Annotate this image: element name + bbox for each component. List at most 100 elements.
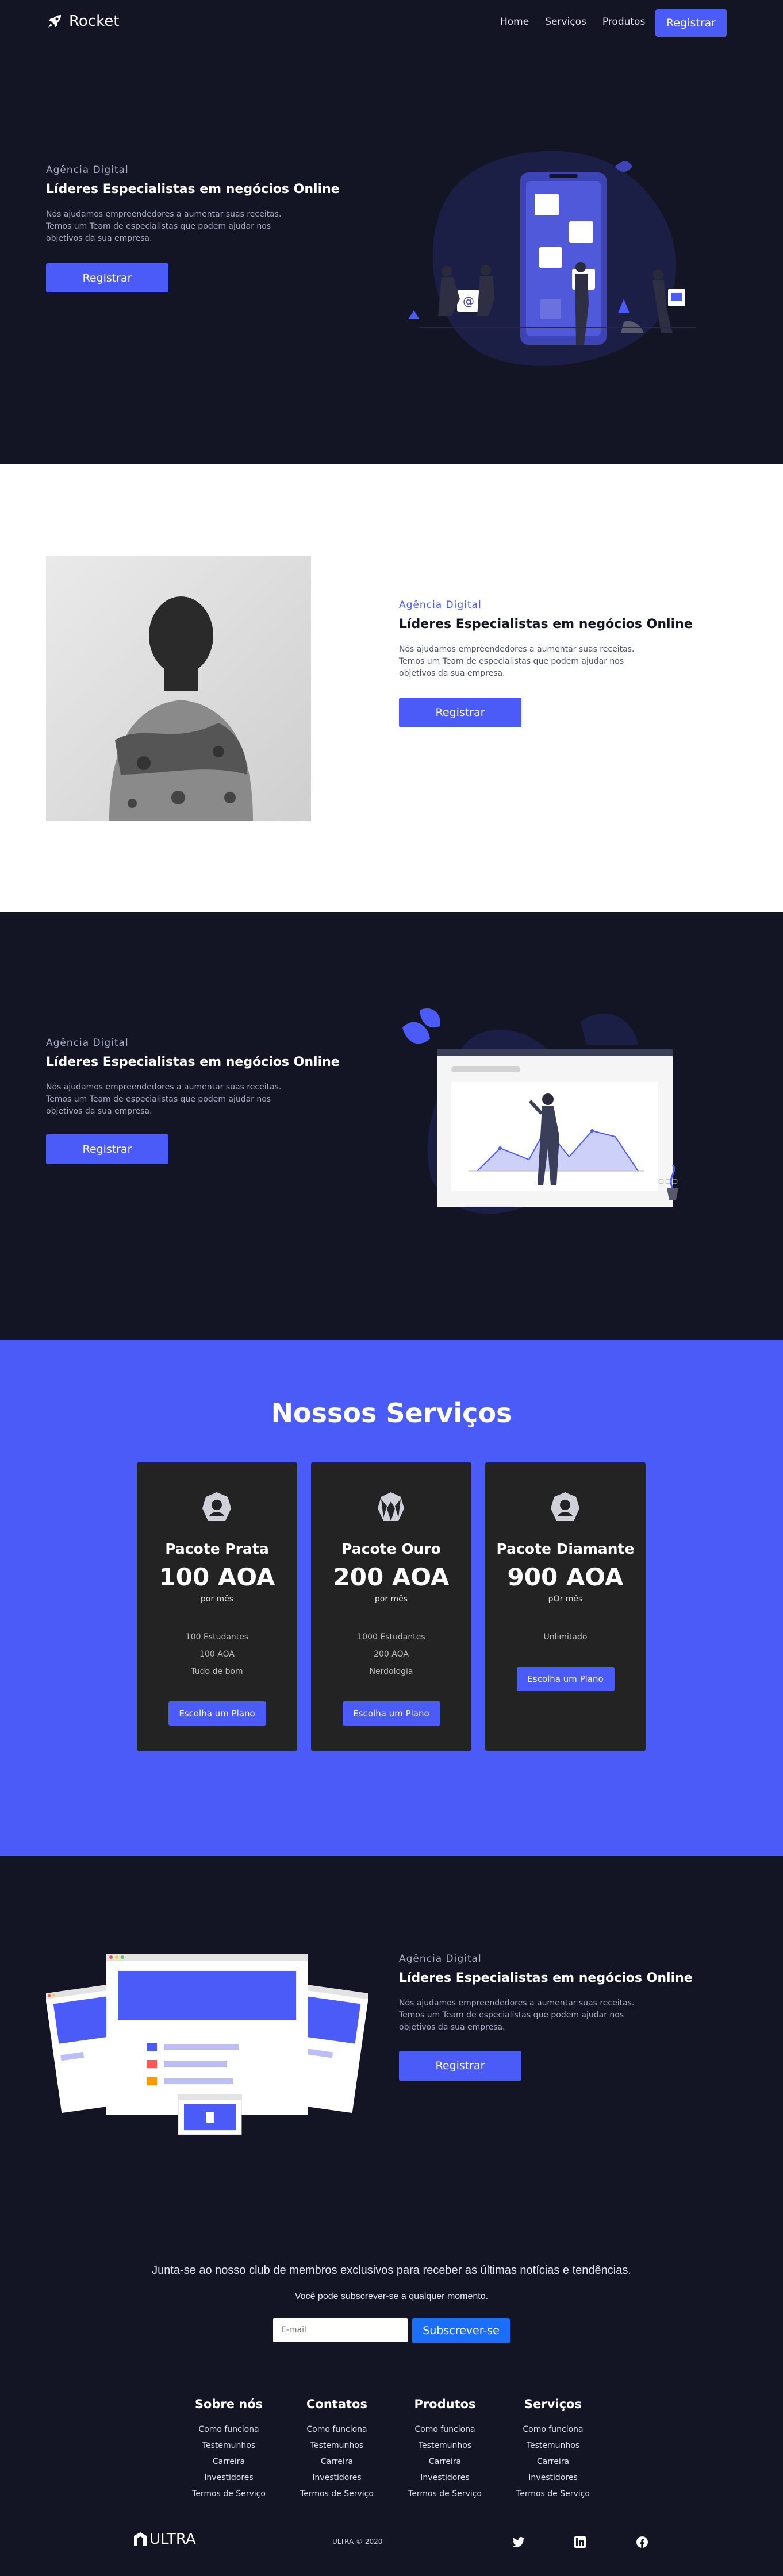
footer-link[interactable]: Termos de Serviço — [399, 2486, 491, 2502]
web-pages-illustration — [46, 1954, 368, 2135]
footer-link[interactable]: Testemunhos — [507, 2438, 599, 2454]
plan-feature: 100 Estudantes — [185, 1632, 249, 1642]
footer-link[interactable]: Investidores — [291, 2470, 383, 2486]
mobile-marketing-illustration: @ — [408, 151, 696, 366]
footer: Sobre nós Como funciona Testemunhos Carr… — [0, 2390, 783, 2563]
newsletter-section: Junta-se ao nosso club de membros exclus… — [0, 2258, 783, 2344]
svg-text:@: @ — [463, 294, 474, 308]
hero-register-button[interactable]: Registrar — [46, 263, 168, 292]
analytics-register-button[interactable]: Registrar — [46, 1134, 168, 1164]
footer-link[interactable]: Carreira — [399, 2454, 491, 2470]
ultra-logo-icon — [134, 2532, 147, 2546]
user-shield-icon — [202, 1492, 231, 1521]
webdesign-register-button[interactable]: Registrar — [399, 2051, 521, 2081]
navbar: Rocket Home Serviços Produtos Registrar — [0, 0, 783, 46]
footer-link[interactable]: Testemunhos — [399, 2438, 491, 2454]
plan-feature: 1000 Estudantes — [357, 1632, 425, 1642]
about-title: Líderes Especialistas em negócios Online — [399, 617, 693, 632]
footer-link[interactable]: Testemunhos — [291, 2438, 383, 2454]
rocket-icon — [48, 15, 61, 28]
footer-link[interactable]: Como funciona — [291, 2421, 383, 2438]
plan-name: Pacote Prata — [165, 1541, 269, 1557]
services-section: Nossos Serviços Pacote Prata 100 AOA por… — [0, 1340, 783, 1856]
services-heading: Nossos Serviços — [271, 1397, 512, 1428]
footer-link[interactable]: Como funciona — [399, 2421, 491, 2438]
footer-column-title: Serviços — [524, 2397, 582, 2411]
footer-link[interactable]: Investidores — [183, 2470, 275, 2486]
footer-column-contatos: Contatos Como funciona Testemunhos Carre… — [291, 2397, 383, 2502]
about-description: Nós ajudamos empreendedores a aumentar s… — [399, 645, 635, 678]
nav-link-produtos[interactable]: Produtos — [602, 16, 645, 28]
plan-feature: Tudo de bom — [191, 1667, 243, 1676]
webdesign-kicker: Agência Digital — [399, 1953, 482, 1965]
user-tie-icon — [378, 1492, 404, 1521]
plan-name: Pacote Diamante — [496, 1541, 635, 1557]
plan-period: por mês — [374, 1595, 408, 1604]
hero-description: Nós ajudamos empreendedores a aumentar s… — [46, 210, 282, 243]
newsletter-headline: Junta-se ao nosso club de membros exclus… — [152, 2264, 631, 2277]
about-kicker: Agência Digital — [399, 599, 482, 611]
plan-price: 100 AOA — [159, 1563, 275, 1591]
choose-plan-button[interactable]: Escolha um Plano — [516, 1667, 615, 1691]
brand-name: Rocket — [69, 13, 120, 30]
profile-photo — [46, 556, 311, 821]
webdesign-title: Líderes Especialistas em negócios Online — [399, 1971, 693, 1985]
hero-section: Agência Digital Líderes Especialistas em… — [0, 46, 783, 464]
subscribe-button[interactable]: Subscrever-se — [412, 2318, 510, 2343]
analytics-kicker: Agência Digital — [46, 1037, 129, 1049]
hero-kicker: Agência Digital — [46, 164, 129, 176]
nav-link-servicos[interactable]: Serviços — [545, 16, 586, 28]
email-input[interactable] — [273, 2318, 408, 2342]
hero-title: Líderes Especialistas em negócios Online — [46, 182, 340, 197]
choose-plan-button[interactable]: Escolha um Plano — [168, 1701, 266, 1726]
footer-link[interactable]: Investidores — [399, 2470, 491, 2486]
analytics-section: Agência Digital Líderes Especialistas em… — [0, 912, 783, 1340]
footer-column-servicos: Serviços Como funciona Testemunhos Carre… — [507, 2397, 599, 2502]
data-analysis-illustration — [402, 1008, 678, 1214]
footer-link[interactable]: Testemunhos — [183, 2438, 275, 2454]
plan-card-diamante: Pacote Diamante 900 AOA pOr mês Unlimita… — [485, 1462, 646, 1751]
analytics-title: Líderes Especialistas em negócios Online — [46, 1055, 340, 1069]
brand-logo[interactable]: Rocket — [46, 13, 119, 30]
nav-link-home[interactable]: Home — [500, 16, 529, 28]
twitter-icon[interactable] — [512, 2537, 525, 2547]
plan-feature: 100 AOA — [199, 1650, 235, 1659]
plan-card-ouro: Pacote Ouro 200 AOA por mês 1000 Estudan… — [311, 1462, 471, 1751]
footer-column-produtos: Produtos Como funciona Testemunhos Carre… — [399, 2397, 491, 2502]
plan-period: por mês — [200, 1595, 234, 1604]
choose-plan-button[interactable]: Escolha um Plano — [342, 1701, 440, 1726]
footer-link[interactable]: Termos de Serviço — [291, 2486, 383, 2502]
plan-period: pOr mês — [548, 1595, 583, 1604]
plan-feature: 200 AOA — [374, 1650, 409, 1659]
footer-link[interactable]: Termos de Serviço — [183, 2486, 275, 2502]
footer-link[interactable]: Carreira — [183, 2454, 275, 2470]
footer-link[interactable]: Termos de Serviço — [507, 2486, 599, 2502]
footer-link[interactable]: Investidores — [507, 2470, 599, 2486]
plan-price: 200 AOA — [333, 1563, 450, 1591]
user-shield-icon — [551, 1492, 579, 1521]
copyright: ULTRA © 2020 — [332, 2538, 383, 2546]
footer-link[interactable]: Como funciona — [183, 2421, 275, 2438]
footer-link[interactable]: Carreira — [291, 2454, 383, 2470]
newsletter-subtext: Você pode subscrever-se a qualquer momen… — [294, 2292, 489, 2301]
plan-feature: Unlimitado — [543, 1632, 588, 1642]
plan-price: 900 AOA — [507, 1563, 624, 1591]
analytics-description: Nós ajudamos empreendedores a aumentar s… — [46, 1083, 282, 1116]
webdesign-section: Agência Digital Líderes Especialistas em… — [0, 1856, 783, 2224]
plan-feature: Nerdologia — [369, 1667, 413, 1676]
nav-links: Home Serviços Produtos — [500, 16, 645, 28]
about-register-button[interactable]: Registrar — [399, 698, 521, 727]
nav-register-button[interactable]: Registrar — [655, 9, 727, 37]
plan-name: Pacote Ouro — [341, 1541, 441, 1557]
footer-logo-text: ULTRA — [149, 2531, 196, 2548]
facebook-icon[interactable] — [636, 2536, 648, 2548]
webdesign-description: Nós ajudamos empreendedores a aumentar s… — [399, 1999, 635, 2032]
footer-link[interactable]: Carreira — [507, 2454, 599, 2470]
footer-column-sobre: Sobre nós Como funciona Testemunhos Carr… — [183, 2397, 275, 2502]
plan-card-prata: Pacote Prata 100 AOA por mês 100 Estudan… — [137, 1462, 297, 1751]
footer-column-title: Sobre nós — [194, 2397, 263, 2411]
footer-link[interactable]: Como funciona — [507, 2421, 599, 2438]
footer-logo[interactable]: ULTRA — [133, 2531, 196, 2548]
linkedin-icon[interactable] — [574, 2536, 586, 2548]
footer-column-title: Contatos — [306, 2397, 367, 2411]
